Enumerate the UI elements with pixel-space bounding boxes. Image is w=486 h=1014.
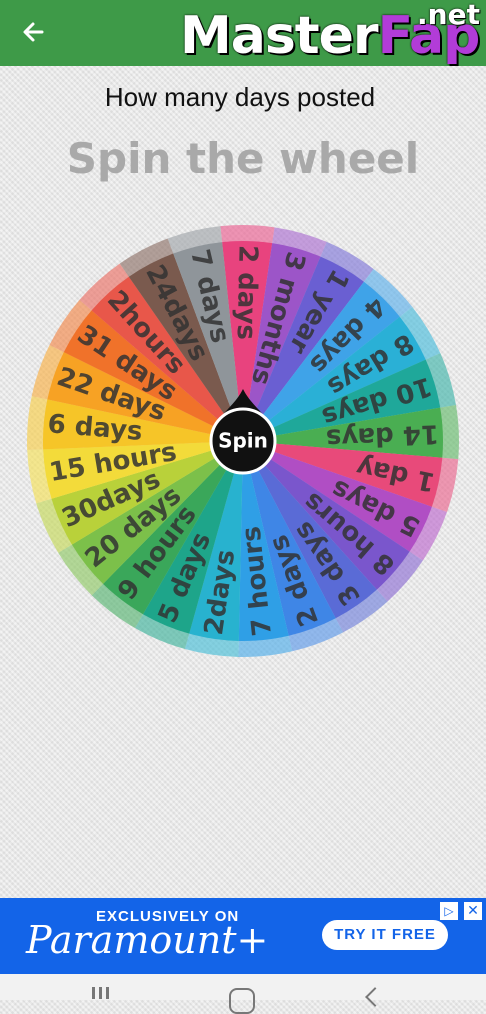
question-text: How many days posted xyxy=(104,82,376,112)
spin-wheel[interactable]: 2 days3 months1 year4 days8 days10 days1… xyxy=(25,223,461,659)
ad-brand: Paramount+ xyxy=(26,918,269,962)
arrow-left-icon[interactable] xyxy=(20,18,52,48)
recents-icon[interactable] xyxy=(92,984,116,1000)
close-icon[interactable]: ✕ xyxy=(464,902,482,920)
try-it-free-button[interactable]: TRY IT FREE xyxy=(322,920,448,950)
app-header: MasterFap .net xyxy=(0,0,486,66)
wheel-segment-label: 14 days xyxy=(325,418,439,453)
home-icon[interactable] xyxy=(229,988,255,1014)
page-title: Spin the wheel xyxy=(66,134,420,183)
brand-tld: .net xyxy=(417,0,480,31)
ad-choices-icon[interactable]: ▷ xyxy=(440,902,458,920)
brand-watermark: MasterFap .net xyxy=(180,0,480,66)
ad-banner[interactable]: EXCLUSIVELY ON Paramount+ TRY IT FREE ▷ … xyxy=(0,898,486,974)
system-navbar xyxy=(0,974,486,1014)
spin-button-label: Spin xyxy=(218,429,268,453)
back-icon[interactable] xyxy=(365,987,385,1007)
wheel-segment-label: 2 days xyxy=(231,245,263,341)
brand-main-a: Master xyxy=(180,6,379,66)
